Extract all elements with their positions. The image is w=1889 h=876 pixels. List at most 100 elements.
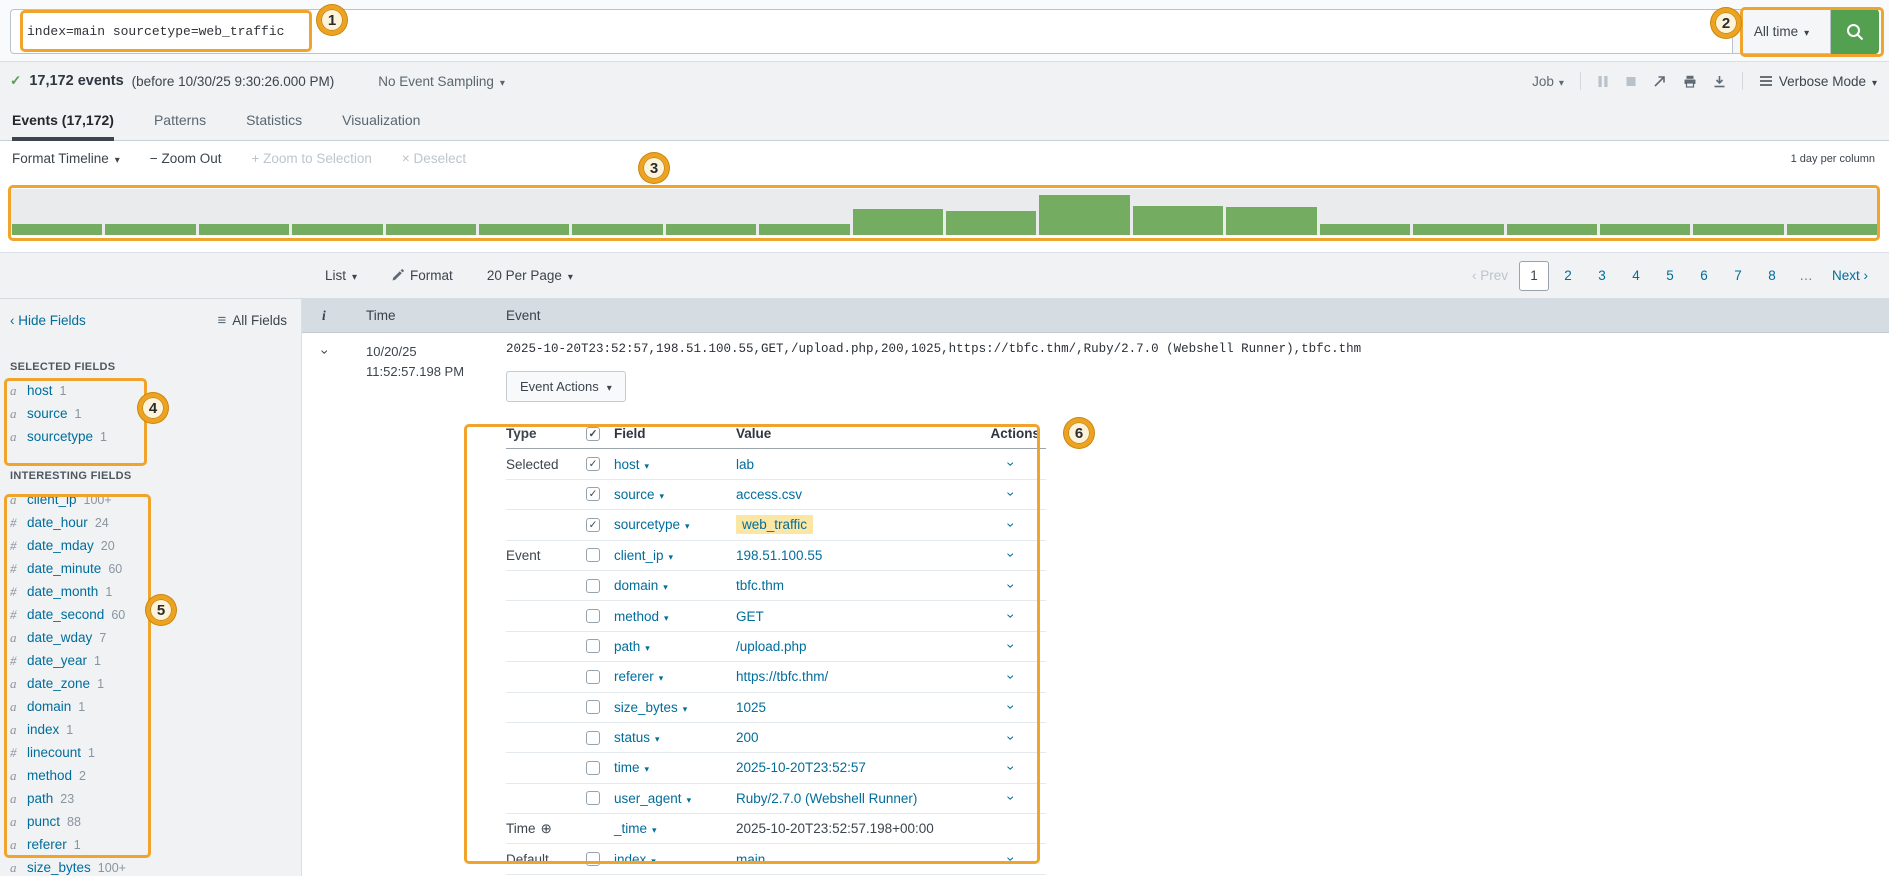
field-select-checkbox[interactable] — [586, 700, 600, 714]
field-select-checkbox[interactable] — [586, 609, 600, 623]
field-actions-chevron[interactable] — [1003, 553, 1019, 558]
field-list-item[interactable]: a punct 88 — [0, 810, 301, 833]
histogram-bar[interactable] — [1693, 224, 1783, 235]
field-name-link[interactable]: path — [614, 639, 736, 654]
field-value-link[interactable]: GET — [736, 609, 764, 624]
field-list-item[interactable]: a size_bytes 100+ — [0, 856, 301, 876]
search-mode-selector[interactable]: Verbose Mode — [1759, 74, 1877, 89]
field-name-link[interactable]: time — [614, 760, 736, 775]
field-list-item[interactable]: # date_month 1 — [0, 580, 301, 603]
print-button[interactable] — [1683, 75, 1697, 88]
field-value-link[interactable]: access.csv — [736, 487, 802, 502]
field-name-link[interactable]: host — [614, 457, 736, 472]
field-actions-chevron[interactable] — [1003, 796, 1019, 801]
field-actions-chevron[interactable] — [1003, 614, 1019, 619]
pagination-item[interactable]: 1 — [1519, 261, 1549, 291]
field-list-item[interactable]: a date_zone 1 — [0, 672, 301, 695]
field-list-item[interactable]: a index 1 — [0, 718, 301, 741]
field-value-link[interactable]: 2025-10-20T23:52:57 — [736, 760, 866, 775]
histogram-bar[interactable] — [1133, 206, 1223, 235]
list-view-dropdown[interactable]: List — [325, 268, 357, 283]
histogram-bar[interactable] — [1507, 224, 1597, 235]
pagination-item[interactable]: 6 — [1689, 261, 1719, 291]
field-select-checkbox[interactable] — [586, 639, 600, 653]
search-input[interactable]: index=main sourcetype=web_traffic — [10, 9, 1733, 54]
field-name-link[interactable]: status — [614, 730, 736, 745]
histogram-bar[interactable] — [292, 224, 382, 235]
field-value-link[interactable]: /upload.php — [736, 639, 807, 654]
hide-fields-button[interactable]: ‹ Hide Fields — [10, 313, 86, 328]
search-button[interactable] — [1831, 9, 1879, 54]
field-value-link[interactable]: web_traffic — [736, 515, 813, 534]
job-menu-button[interactable]: Job — [1532, 74, 1564, 89]
field-list-item[interactable]: # date_hour 24 — [0, 511, 301, 534]
collapse-event-chevron[interactable] — [317, 350, 331, 355]
field-name-link[interactable]: source — [614, 487, 736, 502]
field-value-link[interactable]: 2025-10-20T23:52:57.198+00:00 — [736, 821, 934, 836]
histogram-bar[interactable] — [1320, 224, 1410, 235]
tab[interactable]: Patterns — [154, 100, 206, 140]
histogram-bar[interactable] — [1787, 224, 1877, 235]
share-job-button[interactable] — [1653, 75, 1667, 88]
field-actions-chevron[interactable] — [1003, 705, 1019, 710]
per-page-dropdown[interactable]: 20 Per Page — [487, 268, 573, 283]
field-actions-chevron[interactable] — [1003, 644, 1019, 649]
pagination-item[interactable]: 2 — [1553, 261, 1583, 291]
field-list-item[interactable]: # date_year 1 — [0, 649, 301, 672]
field-actions-chevron[interactable] — [1003, 735, 1019, 740]
field-name-link[interactable]: sourcetype — [614, 517, 736, 532]
field-actions-chevron[interactable] — [1003, 766, 1019, 771]
field-name-link[interactable]: client_ip — [614, 548, 736, 563]
pagination-item[interactable]: ‹ Prev — [1465, 261, 1515, 291]
field-name-link[interactable]: size_bytes — [614, 700, 736, 715]
field-list-item[interactable]: a sourcetype 1 — [0, 425, 301, 448]
histogram-bar[interactable] — [12, 224, 102, 235]
field-actions-chevron[interactable] — [1003, 492, 1019, 497]
histogram-bar[interactable] — [1600, 224, 1690, 235]
format-timeline-dropdown[interactable]: Format Timeline — [12, 151, 120, 166]
field-select-checkbox[interactable] — [586, 670, 600, 684]
histogram-bar[interactable] — [479, 224, 569, 235]
field-list-item[interactable]: a domain 1 — [0, 695, 301, 718]
tab[interactable]: Events (17,172) — [12, 100, 114, 140]
histogram-bar[interactable] — [105, 224, 195, 235]
event-sampling-dropdown[interactable]: No Event Sampling — [378, 74, 505, 89]
select-all-fields-checkbox[interactable] — [586, 427, 600, 441]
field-select-checkbox[interactable] — [586, 852, 600, 866]
field-actions-chevron[interactable] — [1003, 857, 1019, 862]
field-value-link[interactable]: 198.51.100.55 — [736, 548, 822, 563]
field-select-checkbox[interactable] — [586, 579, 600, 593]
histogram-bar[interactable] — [1039, 195, 1129, 235]
field-list-item[interactable]: a source 1 — [0, 402, 301, 425]
field-value-link[interactable]: main — [736, 852, 765, 867]
field-list-item[interactable]: # date_second 60 — [0, 603, 301, 626]
tab[interactable]: Visualization — [342, 100, 420, 140]
histogram-bar[interactable] — [946, 211, 1036, 235]
tab[interactable]: Statistics — [246, 100, 302, 140]
field-name-link[interactable]: _time — [614, 821, 736, 836]
pagination-item[interactable]: Next › — [1825, 261, 1875, 291]
all-fields-button[interactable]: All Fields — [217, 312, 287, 329]
field-value-link[interactable]: lab — [736, 457, 754, 472]
field-select-checkbox[interactable] — [586, 731, 600, 745]
field-select-checkbox[interactable] — [586, 761, 600, 775]
field-select-checkbox[interactable] — [586, 791, 600, 805]
field-name-link[interactable]: domain — [614, 578, 736, 593]
histogram-bar[interactable] — [759, 224, 849, 235]
format-results-button[interactable]: Format — [391, 268, 453, 283]
event-actions-button[interactable]: Event Actions — [506, 371, 626, 402]
field-actions-chevron[interactable] — [1003, 523, 1019, 528]
pagination-item[interactable]: 7 — [1723, 261, 1753, 291]
histogram-bar[interactable] — [199, 224, 289, 235]
field-list-item[interactable]: a host 1 — [0, 379, 301, 402]
export-button[interactable] — [1713, 75, 1726, 88]
field-select-checkbox[interactable] — [586, 487, 600, 501]
pagination-item[interactable]: 3 — [1587, 261, 1617, 291]
histogram-bar[interactable] — [572, 224, 662, 235]
histogram-bar[interactable] — [386, 224, 476, 235]
histogram-bar[interactable] — [853, 209, 943, 235]
field-select-checkbox[interactable] — [586, 457, 600, 471]
histogram-bar[interactable] — [1413, 224, 1503, 235]
field-actions-chevron[interactable] — [1003, 674, 1019, 679]
field-list-item[interactable]: # linecount 1 — [0, 741, 301, 764]
